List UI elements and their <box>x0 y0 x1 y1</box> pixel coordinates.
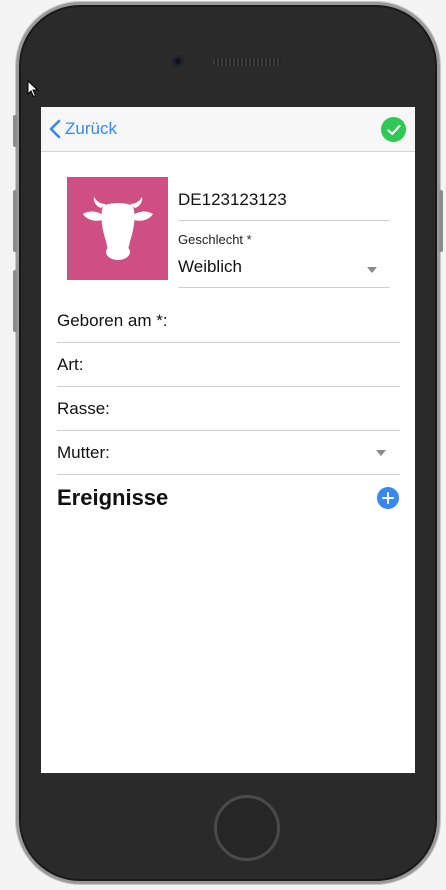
power-button <box>439 190 443 252</box>
volume-up-button <box>13 190 17 252</box>
born-date-label: Geboren am *: <box>57 311 168 330</box>
breed-label: Rasse: <box>57 399 110 418</box>
animal-id-field[interactable]: DE123123123 <box>178 189 390 221</box>
born-date-field[interactable]: Geboren am *: <box>57 299 400 343</box>
mouse-cursor-icon <box>27 80 39 98</box>
animal-avatar[interactable] <box>67 177 168 280</box>
front-camera <box>172 55 184 67</box>
chevron-down-icon <box>376 450 386 456</box>
checkmark-icon <box>386 124 401 135</box>
earpiece-speaker <box>213 58 281 66</box>
cow-head-icon <box>82 196 153 260</box>
mute-switch <box>13 115 17 147</box>
mother-label: Mutter: <box>57 443 110 462</box>
gender-select[interactable]: Weiblich <box>178 257 390 288</box>
mother-select[interactable]: Mutter: <box>57 431 400 475</box>
chevron-down-icon <box>367 267 377 273</box>
animal-id-value: DE123123123 <box>178 190 287 209</box>
type-label: Art: <box>57 355 84 374</box>
back-button[interactable]: Zurück <box>49 118 117 140</box>
save-button[interactable] <box>381 117 406 142</box>
gender-label: Geschlecht * <box>178 232 252 247</box>
events-heading: Ereignisse <box>57 485 169 510</box>
volume-down-button <box>13 270 17 332</box>
app-screen: Zurück DE123123123 Geschlecht * Weiblich… <box>41 107 415 773</box>
breed-field[interactable]: Rasse: <box>57 387 400 431</box>
navigation-bar: Zurück <box>41 107 415 152</box>
chevron-left-icon <box>49 119 61 139</box>
home-button[interactable] <box>214 795 280 861</box>
add-event-button[interactable] <box>377 487 399 509</box>
type-field[interactable]: Art: <box>57 343 400 387</box>
gender-value: Weiblich <box>178 257 242 276</box>
plus-icon <box>382 492 394 504</box>
back-button-label: Zurück <box>65 119 117 138</box>
